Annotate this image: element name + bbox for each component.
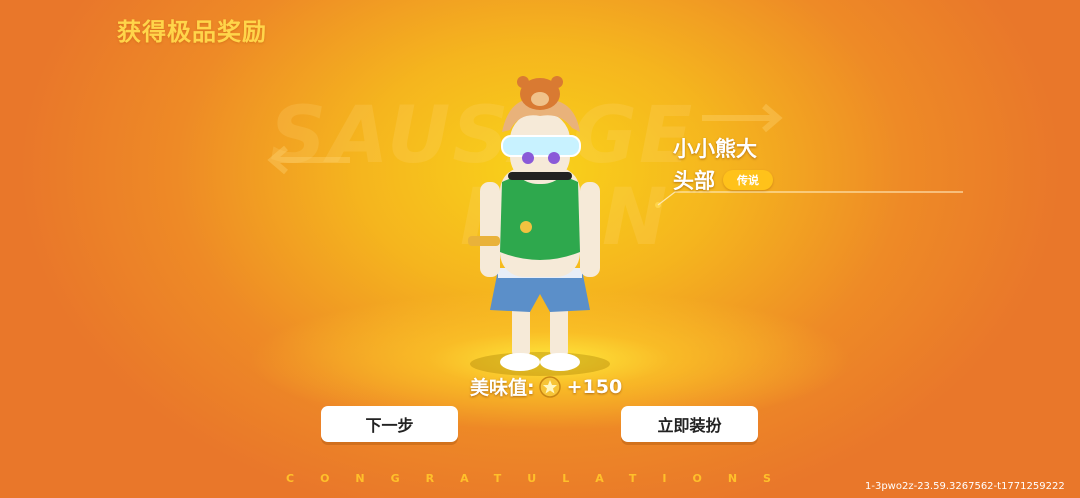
congratulations-banner: CONGRATULATIONS	[286, 472, 797, 485]
session-id-text: 1-3pwo2z-23.59.3267562-t1771259222	[865, 481, 1065, 492]
score-value: +150	[566, 375, 623, 398]
left-arrow-decoration-icon	[267, 145, 350, 175]
item-info: 小小熊大 头部 传说	[673, 133, 773, 195]
item-slot: 头部	[673, 169, 715, 193]
next-step-button[interactable]: 下一步	[321, 406, 458, 442]
reward-title: 获得极品奖励	[117, 18, 267, 46]
equip-now-button[interactable]: 立即装扮	[621, 406, 758, 442]
right-arrow-decoration-icon	[702, 103, 783, 133]
item-name: 小小熊大	[673, 137, 757, 161]
score-label: 美味值:	[470, 377, 535, 399]
rarity-badge: 传说	[723, 170, 773, 190]
star-badge-icon	[538, 375, 561, 398]
score-display: 美味值: +150	[470, 373, 622, 400]
character-avatar	[468, 76, 610, 376]
item-slot-row: 头部 传说	[673, 165, 773, 195]
